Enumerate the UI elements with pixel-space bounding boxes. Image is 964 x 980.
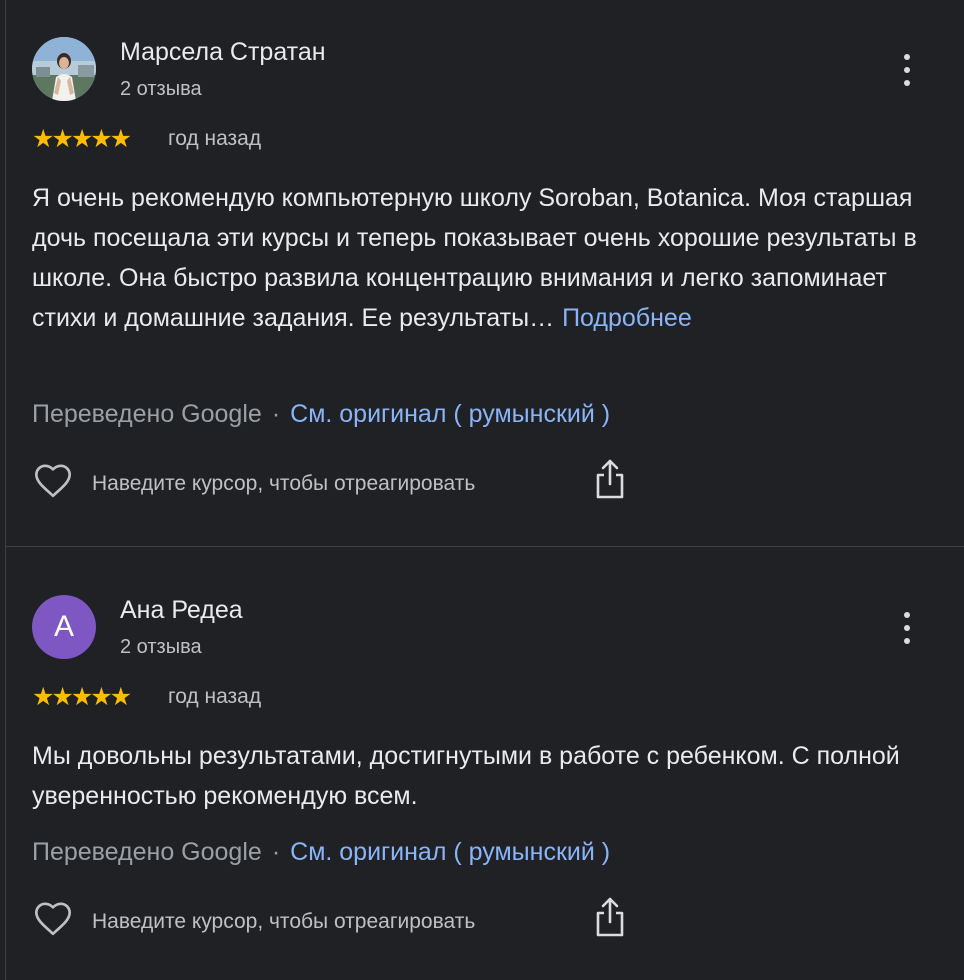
star-rating: ★★★★★ [32,125,132,153]
star-rating: ★★★★★ [32,683,132,711]
author-avatar[interactable]: A [32,595,96,659]
more-vert-icon [904,54,910,60]
more-vert-icon-dot [904,625,910,631]
translated-by-label: Переведено Google [32,838,262,866]
author-avatar[interactable] [32,37,96,101]
author-name[interactable]: Марсела Стратан [120,37,326,67]
more-vert-icon-dot [904,67,910,73]
review-age: год назад [168,127,262,150]
more-vert-icon [904,612,910,618]
see-original-link[interactable]: См. оригинал ( румынский ) [290,400,610,428]
left-border [5,0,6,980]
share-icon[interactable] [594,896,626,938]
author-review-count[interactable]: 2 отзыва [120,635,202,659]
avatar-photo [32,37,96,101]
separator-dot: · [271,838,281,866]
separator-dot: · [271,400,281,428]
review-menu-button[interactable] [892,48,922,92]
review-text-content: Мы довольны результатами, достигнутыми в… [32,742,900,810]
translation-line: Переведено Google · См. оригинал ( румынск… [32,399,610,429]
more-vert-icon-dot [904,80,910,86]
review-text: Я очень рекомендую компьютерную школу So… [32,178,937,338]
translation-line: Переведено Google · См. оригинал ( румынск… [32,837,610,867]
translated-by-label: Переведено Google [32,400,262,428]
react-hint: Наведите курсор, чтобы отреагировать [92,910,476,933]
review-text-content: Я очень рекомендую компьютерную школу So… [32,184,917,332]
review-divider [6,546,964,547]
review-age: год назад [168,685,262,708]
review-actions: Наведите курсор, чтобы отреагировать [32,897,652,944]
read-more-link[interactable]: Подробнее [562,304,692,332]
review-text: Мы довольны результатами, достигнутыми в… [32,736,937,816]
heart-outline-icon[interactable] [32,462,74,502]
review-menu-button[interactable] [892,606,922,650]
review-actions: Наведите курсор, чтобы отреагировать [32,459,652,506]
share-icon[interactable] [594,458,626,500]
see-original-link[interactable]: См. оригинал ( румынский ) [290,838,610,866]
author-review-count[interactable]: 2 отзыва [120,77,202,101]
more-vert-icon-dot [904,638,910,644]
heart-outline-icon[interactable] [32,900,74,940]
react-hint: Наведите курсор, чтобы отреагировать [92,472,476,495]
author-name[interactable]: Ана Редеа [120,595,243,625]
